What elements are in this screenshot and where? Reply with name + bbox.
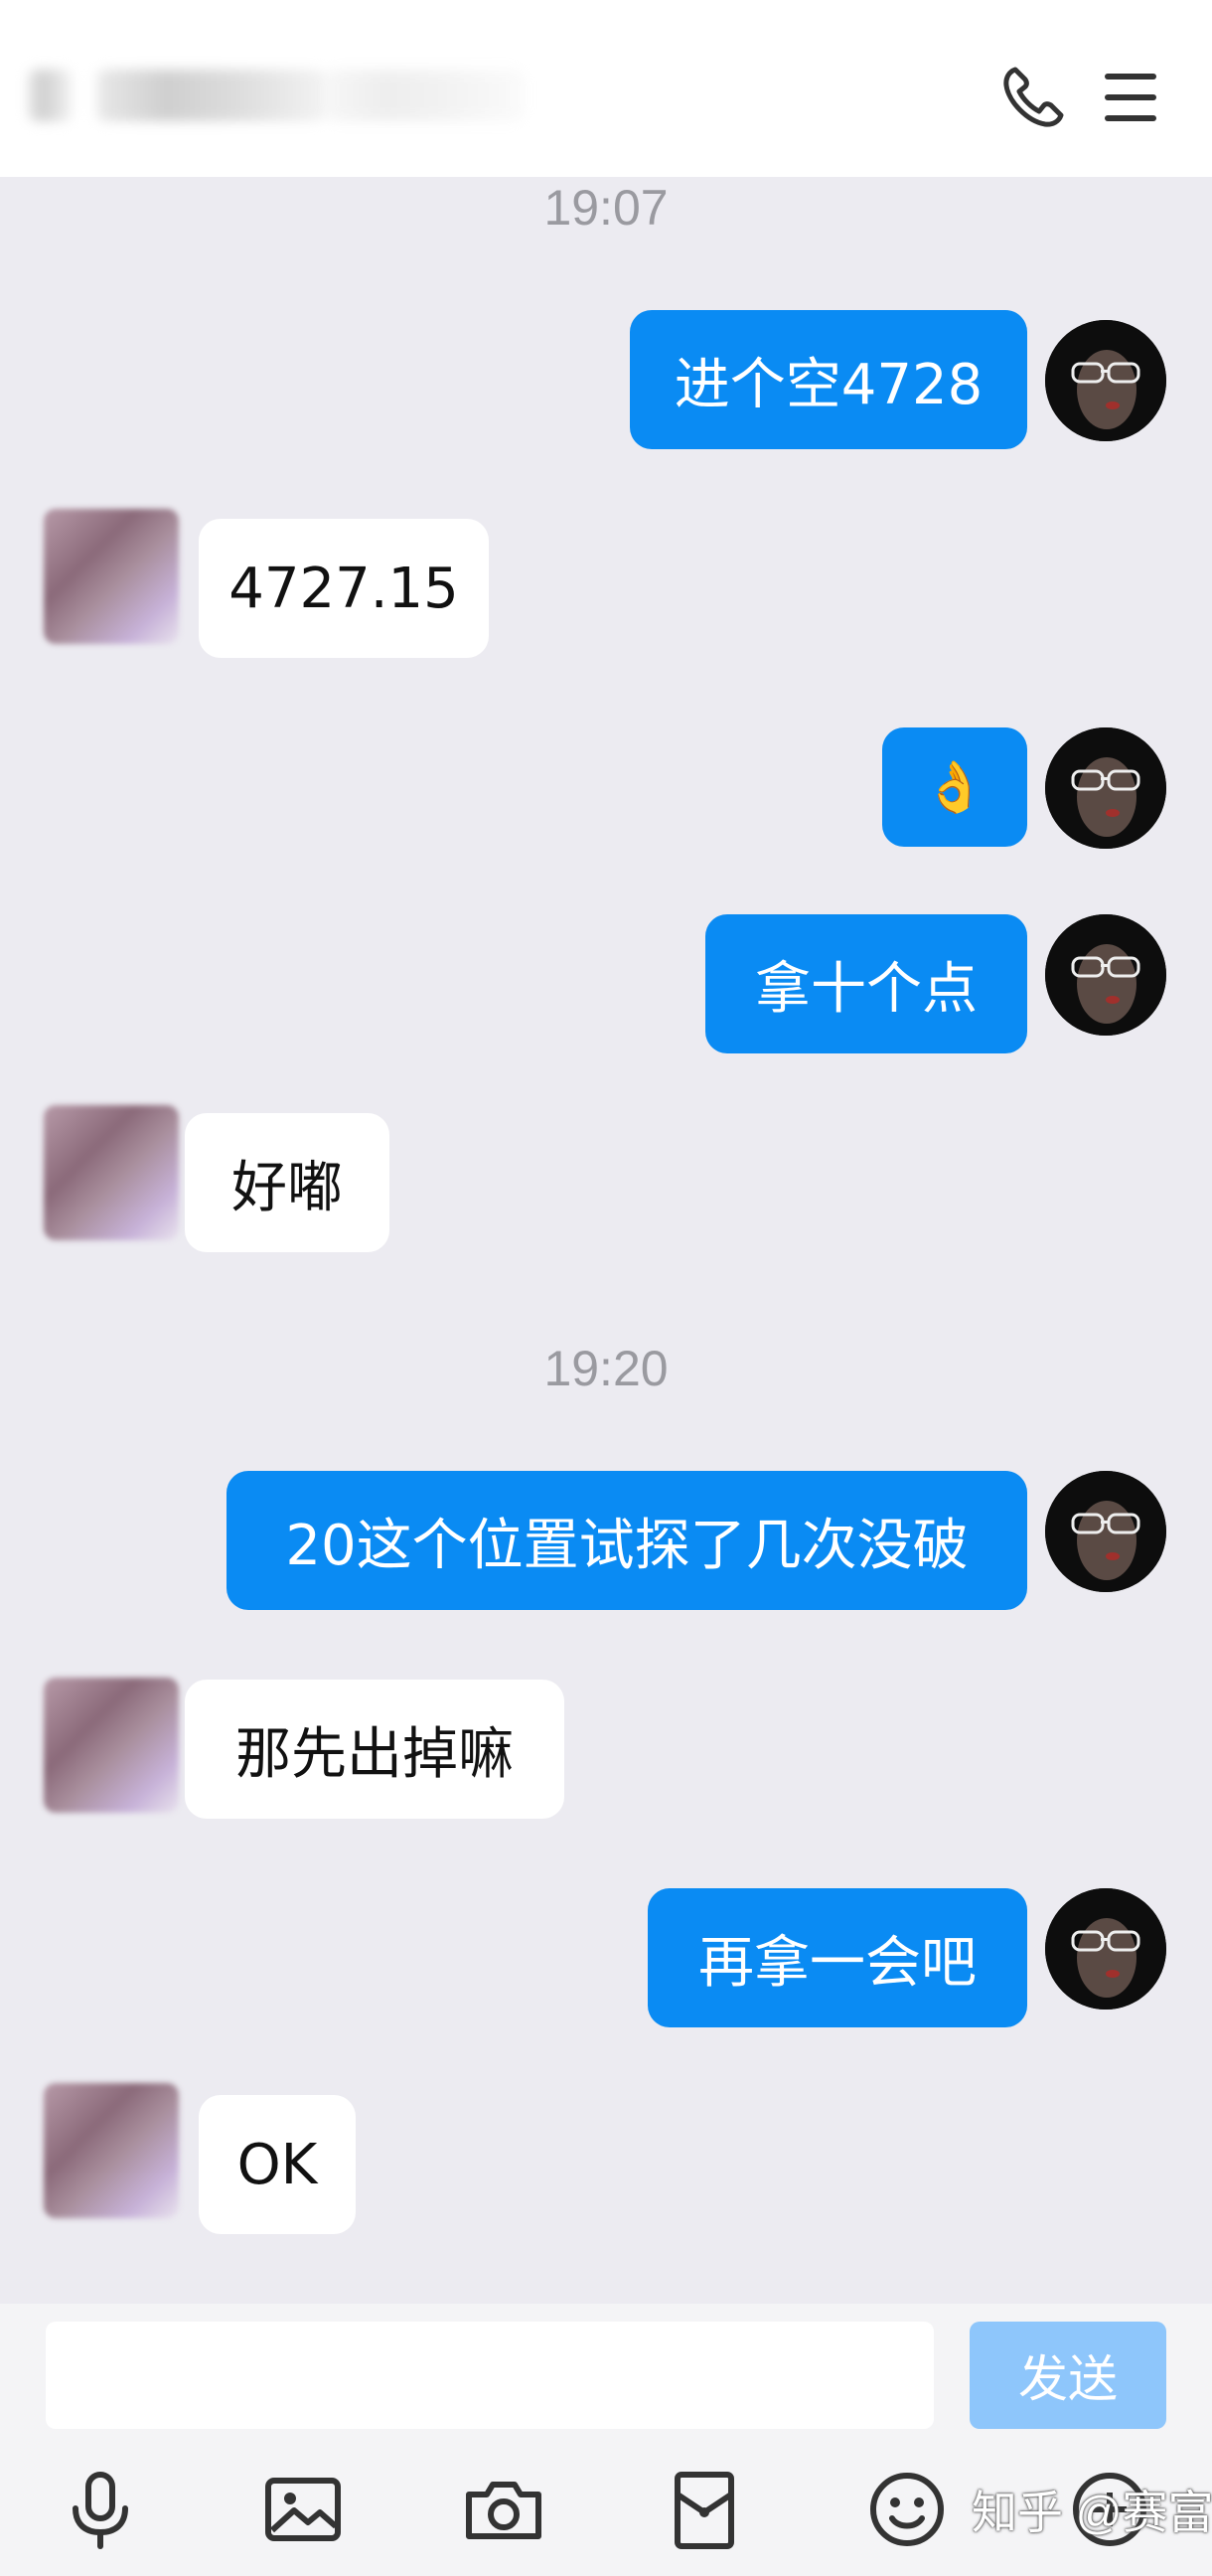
message-bubble-incoming[interactable]: 好嘟 xyxy=(185,1113,389,1252)
camera-icon xyxy=(466,2482,541,2539)
my-avatar[interactable] xyxy=(1045,1471,1166,1592)
camera-button[interactable] xyxy=(459,2465,548,2554)
voice-input-button[interactable] xyxy=(56,2465,145,2554)
message-bubble-outgoing[interactable]: 再拿一会吧 xyxy=(648,1888,1027,2027)
timestamp: 19:07 xyxy=(543,180,669,236)
voice-call-button[interactable] xyxy=(993,58,1073,137)
watermark: 知乎 @赛富贵 xyxy=(972,2487,1212,2538)
menu-icon xyxy=(1105,74,1156,121)
emoji-icon xyxy=(870,2473,944,2546)
red-packet-button[interactable] xyxy=(660,2465,749,2554)
microphone-icon xyxy=(73,2472,128,2549)
message-list[interactable]: 19:07 进个空4728 4727.15 👌 拿十个点 好嘟 19:20 20… xyxy=(0,177,1212,2304)
menu-button[interactable] xyxy=(1091,58,1170,137)
my-avatar[interactable] xyxy=(1045,1888,1166,2010)
blurred-name-segment xyxy=(28,70,72,121)
image-icon xyxy=(265,2478,341,2541)
contact-avatar-blurred[interactable] xyxy=(44,1678,179,1813)
message-bubble-outgoing[interactable]: 拿十个点 xyxy=(705,914,1027,1053)
chat-header xyxy=(0,0,1212,177)
message-input[interactable] xyxy=(46,2322,934,2429)
contact-avatar-blurred[interactable] xyxy=(44,2083,179,2218)
image-button[interactable] xyxy=(258,2465,348,2554)
contact-avatar-blurred[interactable] xyxy=(44,1105,179,1240)
my-avatar[interactable] xyxy=(1045,914,1166,1036)
my-avatar[interactable] xyxy=(1045,727,1166,849)
contact-avatar-blurred[interactable] xyxy=(44,509,179,644)
contact-name-blurred xyxy=(28,58,584,133)
my-avatar[interactable] xyxy=(1045,320,1166,441)
blurred-name-segment xyxy=(326,70,525,121)
emoji-button[interactable] xyxy=(862,2465,952,2554)
phone-icon xyxy=(1003,67,1064,127)
blurred-name-segment xyxy=(97,70,326,121)
message-bubble-incoming[interactable]: 那先出掉嘛 xyxy=(185,1680,564,1819)
message-bubble-outgoing[interactable]: 进个空4728 xyxy=(630,310,1027,449)
message-bubble-incoming[interactable]: 4727.15 xyxy=(199,519,489,658)
send-button[interactable]: 发送 xyxy=(970,2322,1166,2429)
message-bubble-incoming[interactable]: OK xyxy=(199,2095,356,2234)
message-bubble-outgoing[interactable]: 👌 xyxy=(882,727,1027,847)
timestamp: 19:20 xyxy=(543,1341,669,1396)
red-packet-icon xyxy=(675,2472,734,2549)
message-bubble-outgoing[interactable]: 20这个位置试探了几次没破 xyxy=(227,1471,1027,1610)
